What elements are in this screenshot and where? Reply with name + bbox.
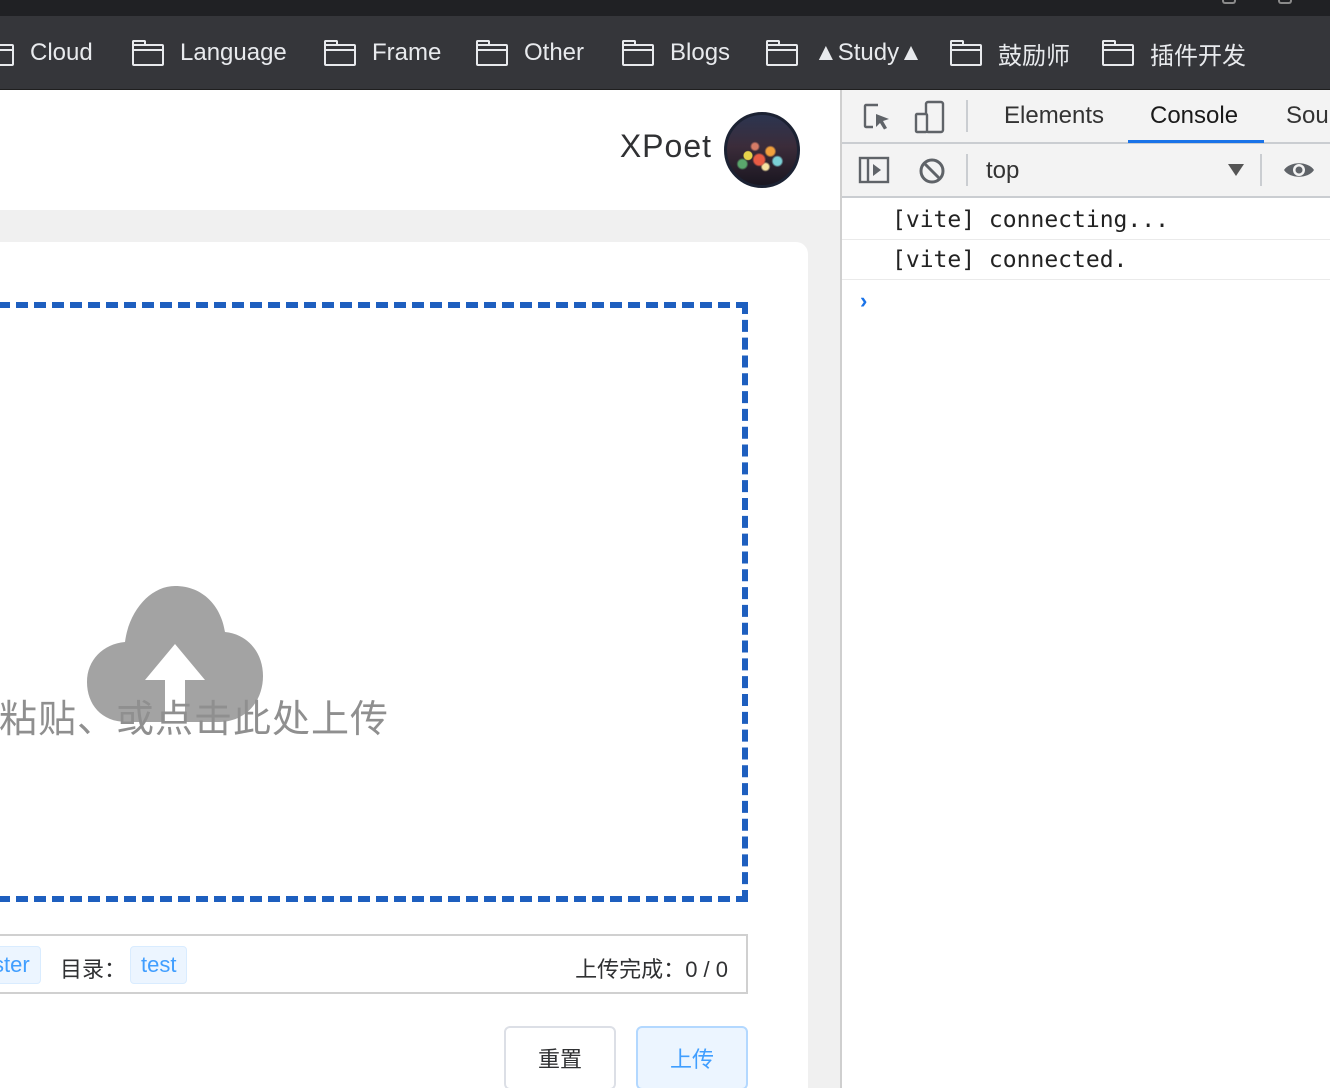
toolbar-separator <box>966 100 968 132</box>
folder-icon <box>324 40 356 66</box>
bookmarks-bar: Cloud Language Frame Other Blogs ▲Study▲… <box>0 16 1330 90</box>
window-close-icon[interactable] <box>1278 0 1292 4</box>
bookmark-label: Cloud <box>30 39 93 66</box>
bookmark-label: Blogs <box>670 39 731 66</box>
browser-titlebar <box>0 0 1330 16</box>
upload-status: 上传完成：0 / 0 <box>575 952 728 984</box>
reset-button[interactable]: 重置 <box>504 1026 616 1088</box>
context-select[interactable]: top <box>986 154 1244 188</box>
console-log-line: [vite] connecting... <box>842 200 1330 240</box>
dropzone-hint: 、粘贴、或点击此处上传 <box>0 699 390 741</box>
folder-icon <box>132 40 164 66</box>
avatar[interactable] <box>724 112 800 188</box>
bookmark-label: 鼓励师 <box>998 42 1070 70</box>
folder-icon <box>1102 40 1134 66</box>
toolbar-separator <box>966 154 968 186</box>
console-output: [vite] connecting... [vite] connected. › <box>842 200 1330 313</box>
tab-console[interactable]: Console <box>1150 90 1238 144</box>
clear-console-icon[interactable] <box>918 157 946 185</box>
folder-icon <box>766 40 798 66</box>
context-value: top <box>986 157 1020 184</box>
tab-elements[interactable]: Elements <box>1004 90 1104 144</box>
upload-button[interactable]: 上传 <box>636 1026 748 1088</box>
bookmark-label: ▲Study▲ <box>814 39 923 66</box>
bookmark-folder-language[interactable]: Language <box>132 16 287 90</box>
branch-tag[interactable]: ster <box>0 946 41 984</box>
devtools-panel: Elements Console Sour top [vite] connect… <box>840 90 1330 1088</box>
upload-status-value: 0 / 0 <box>685 957 728 982</box>
sidebar-toggle-icon[interactable] <box>858 155 890 185</box>
tab-sources[interactable]: Sour <box>1286 90 1330 144</box>
inspect-element-icon[interactable] <box>862 102 892 132</box>
bookmark-folder-plugin-dev[interactable]: 插件开发 <box>1102 16 1246 90</box>
page-header: XPoet <box>0 90 840 210</box>
bookmark-folder-other[interactable]: Other <box>476 16 584 90</box>
bookmark-folder-blogs[interactable]: Blogs <box>622 16 730 90</box>
bookmark-folder-frame[interactable]: Frame <box>324 16 441 90</box>
directory-label: 目录： <box>60 957 127 982</box>
upload-info-bar: ster 目录： test 上传完成：0 / 0 <box>0 934 748 994</box>
devtools-tabbar: Elements Console Sour <box>842 90 1330 144</box>
bookmark-folder-encourager[interactable]: 鼓励师 <box>950 16 1070 90</box>
device-toolbar-icon[interactable] <box>914 100 946 134</box>
bookmark-label: Other <box>524 39 585 66</box>
bookmark-label: Frame <box>372 39 442 66</box>
bookmark-folder-study[interactable]: ▲Study▲ <box>766 16 923 90</box>
folder-icon <box>950 40 982 66</box>
folder-icon <box>0 40 14 66</box>
console-prompt-icon[interactable]: › <box>860 288 867 314</box>
active-tab-indicator <box>1128 140 1264 143</box>
console-toolbar: top <box>842 144 1330 198</box>
bookmark-label: Language <box>180 39 287 66</box>
upload-status-label: 上传完成： <box>575 957 686 982</box>
bookmark-label: 插件开发 <box>1150 42 1246 70</box>
live-expression-eye-icon[interactable] <box>1282 158 1316 182</box>
dropdown-arrow-icon[interactable] <box>1228 164 1244 176</box>
web-page: XPoet 、粘贴、或点击此处上传 ster 目录： test 上传完成：0 /… <box>0 90 840 1088</box>
username[interactable]: XPoet <box>600 128 712 165</box>
window-restore-icon[interactable] <box>1222 0 1236 4</box>
bookmark-folder-cloud[interactable]: Cloud <box>0 16 93 90</box>
toolbar-separator <box>1260 154 1262 186</box>
directory-tag[interactable]: test <box>130 946 188 984</box>
console-log-line: [vite] connected. <box>842 240 1330 280</box>
folder-icon <box>622 40 654 66</box>
folder-icon <box>476 40 508 66</box>
